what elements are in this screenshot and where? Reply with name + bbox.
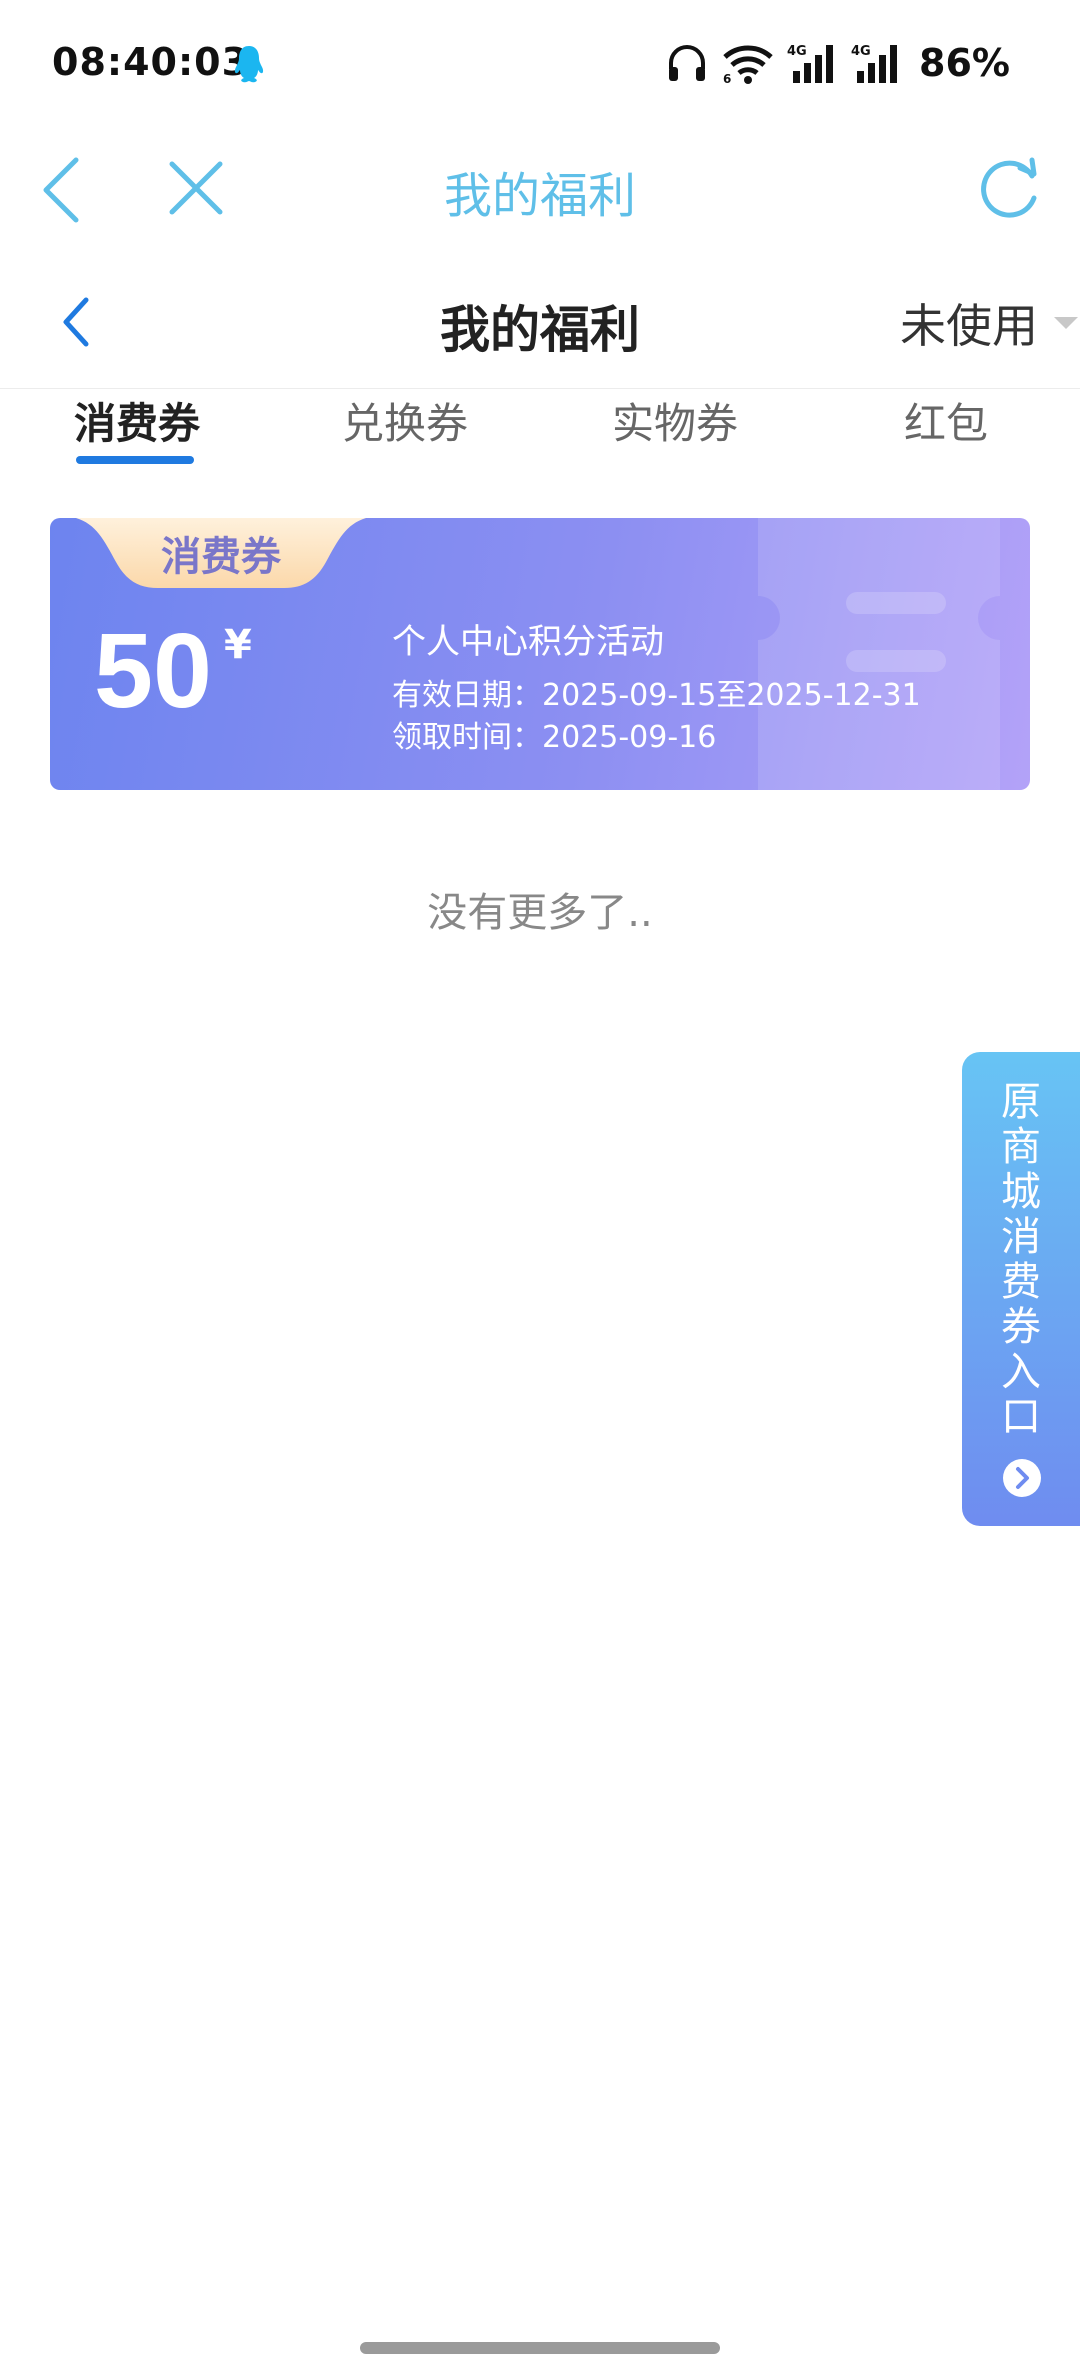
coupon-tag-label: 消费券 <box>161 534 281 580</box>
side-entry-char: 口 <box>1001 1394 1041 1440</box>
coupon-type-tabs: 消费券 兑换券 实物券 红包 <box>0 390 1080 480</box>
status-time: 08:40:03 <box>52 40 250 84</box>
qq-penguin-icon <box>234 46 264 83</box>
side-entry-char: 原 <box>1001 1079 1041 1125</box>
status-bar: 08:40:03 6 4G 4G 86% <box>0 0 1080 130</box>
status-filter-dropdown[interactable]: 未使用 <box>900 288 1080 358</box>
headphones-icon <box>669 45 706 81</box>
home-indicator[interactable] <box>360 2342 720 2354</box>
coupon-valid-period: 有效日期：2025-09-15至2025-12-31 <box>392 678 921 713</box>
signal-4g-icon-2: 4G <box>851 44 898 83</box>
tab-exchange-coupon[interactable]: 兑换券 <box>342 390 468 451</box>
side-entry-char: 消 <box>1001 1214 1041 1260</box>
tab-physical-coupon[interactable]: 实物券 <box>612 390 738 451</box>
caret-down-icon <box>1054 317 1078 329</box>
wifi-icon: 6 <box>723 45 773 85</box>
side-entry-char: 城 <box>1001 1169 1041 1215</box>
battery-level: 86% <box>919 41 1010 85</box>
network-label-2: 4G <box>851 44 871 59</box>
status-icons: 6 4G 4G 86% <box>665 36 1010 90</box>
active-tab-indicator <box>76 456 194 464</box>
currency-symbol: ¥ <box>224 622 252 668</box>
network-label: 4G <box>787 44 807 59</box>
chevron-right-circle-icon <box>1003 1459 1041 1497</box>
coupon-card[interactable]: 消费券 50 ¥ 个人中心积分活动 有效日期：2025-09-15至2025-1… <box>50 518 1030 790</box>
coupon-amount: 50 <box>94 612 212 730</box>
side-entry-label: 原 商 城 消 费 券 入 口 <box>962 1080 1080 1440</box>
ticket-watermark-icon <box>758 518 1000 790</box>
signal-4g-icon: 4G <box>787 44 834 83</box>
side-entry-char: 费 <box>1001 1259 1041 1305</box>
page-header: 我的福利 未使用 <box>0 260 1080 389</box>
webview-title: 我的福利 <box>443 168 636 224</box>
side-entry-char: 券 <box>1001 1304 1041 1350</box>
coupon-claim-time: 领取时间：2025-09-16 <box>392 720 717 755</box>
side-entry-char: 商 <box>1001 1124 1041 1170</box>
side-entry-char: 入 <box>1001 1349 1041 1395</box>
original-mall-coupon-entry[interactable]: 原 商 城 消 费 券 入 口 <box>962 1052 1080 1526</box>
coupon-name: 个人中心积分活动 <box>392 622 664 662</box>
tab-consumption-coupon[interactable]: 消费券 <box>74 390 200 451</box>
webview-top-bar: 我的福利 <box>0 130 1080 250</box>
svg-text:6: 6 <box>723 72 731 85</box>
filter-selected-value: 未使用 <box>900 299 1038 353</box>
list-end-text: 没有更多了.. <box>427 890 653 936</box>
tab-red-packet[interactable]: 红包 <box>904 390 988 451</box>
refresh-icon[interactable] <box>974 154 1044 224</box>
